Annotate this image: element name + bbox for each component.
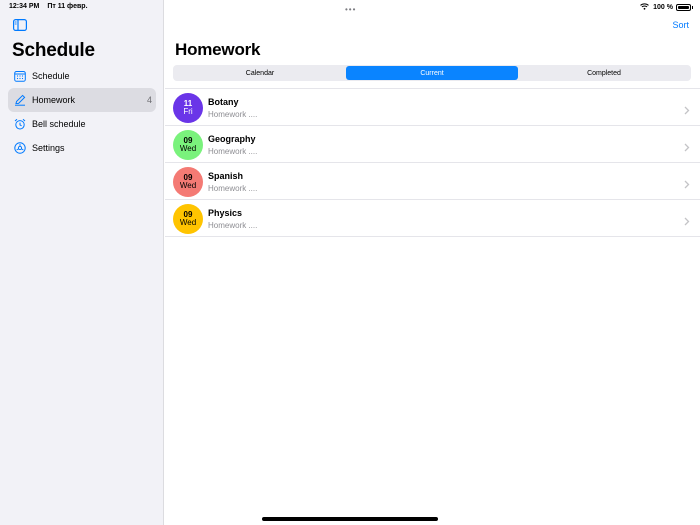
main-content: ••• 100 % Sort Homework Calendar Current… <box>165 0 700 525</box>
list-item[interactable]: 11 Fri Botany Homework .... <box>165 89 700 126</box>
sidebar-item-label: Schedule <box>32 71 70 81</box>
date-badge: 11 Fri <box>173 93 203 123</box>
multitasking-dots-icon[interactable]: ••• <box>345 5 356 14</box>
home-indicator[interactable] <box>262 517 438 521</box>
chevron-right-icon <box>684 102 690 120</box>
sidebar-title: Schedule <box>12 40 95 61</box>
segmented-control: Calendar Current Completed <box>173 65 691 81</box>
date-weekday: Wed <box>179 144 197 153</box>
subject-name: Botany <box>208 97 239 107</box>
homework-description: Homework .... <box>208 147 258 156</box>
chevron-right-icon <box>684 176 690 194</box>
homework-description: Homework .... <box>208 221 258 230</box>
status-time: 12:34 PM <box>9 3 40 10</box>
sidebar: 12:34 PM Пт 11 февр. Schedule Schedule H… <box>0 0 164 525</box>
list-item[interactable]: 09 Wed Geography Homework .... <box>165 126 700 163</box>
status-bar-right: 100 % <box>640 3 693 12</box>
date-badge: 09 Wed <box>173 130 203 160</box>
sidebar-item-schedule[interactable]: Schedule <box>8 64 156 88</box>
sidebar-item-label: Settings <box>32 143 65 153</box>
homework-list: 11 Fri Botany Homework .... 09 Wed Geogr… <box>165 88 700 237</box>
sort-button[interactable]: Sort <box>672 20 689 30</box>
wifi-icon <box>640 3 649 12</box>
list-item[interactable]: 09 Wed Physics Homework .... <box>165 200 700 237</box>
status-date: Пт 11 февр. <box>47 3 88 10</box>
sidebar-item-settings[interactable]: Settings <box>8 136 156 160</box>
chevron-right-icon <box>684 139 690 157</box>
date-badge: 09 Wed <box>173 204 203 234</box>
date-weekday: Wed <box>179 181 197 190</box>
sidebar-item-bell-schedule[interactable]: Bell schedule <box>8 112 156 136</box>
subject-name: Physics <box>208 208 243 218</box>
sidebar-item-homework[interactable]: Homework 4 <box>8 88 156 112</box>
homework-description: Homework .... <box>208 184 258 193</box>
segment-completed[interactable]: Completed <box>518 66 690 80</box>
list-item[interactable]: 09 Wed Spanish Homework .... <box>165 163 700 200</box>
sidebar-toggle-icon[interactable] <box>13 18 28 32</box>
sidebar-item-label: Bell schedule <box>32 119 86 129</box>
page-title: Homework <box>175 40 261 59</box>
calendar-icon <box>14 70 26 82</box>
date-weekday: Wed <box>179 218 197 227</box>
segment-current[interactable]: Current <box>346 66 518 80</box>
homework-description: Homework .... <box>208 110 258 119</box>
sidebar-item-label: Homework <box>32 95 76 105</box>
battery-tip <box>692 6 693 9</box>
pencil-icon <box>14 94 26 106</box>
date-badge: 09 Wed <box>173 167 203 197</box>
date-weekday: Fri <box>183 107 193 116</box>
status-bar-left: 12:34 PM Пт 11 февр. <box>9 3 94 10</box>
homework-count-badge: 4 <box>146 95 152 105</box>
alarm-clock-icon <box>14 118 26 130</box>
battery-icon <box>676 4 691 11</box>
gear-icon <box>14 142 26 154</box>
chevron-right-icon <box>684 213 690 231</box>
battery-percent: 100 % <box>653 4 673 11</box>
segment-calendar[interactable]: Calendar <box>174 66 346 80</box>
subject-name: Geography <box>208 134 256 144</box>
sidebar-nav: Schedule Homework 4 Bell schedule Settin… <box>8 64 156 160</box>
subject-name: Spanish <box>208 171 244 181</box>
